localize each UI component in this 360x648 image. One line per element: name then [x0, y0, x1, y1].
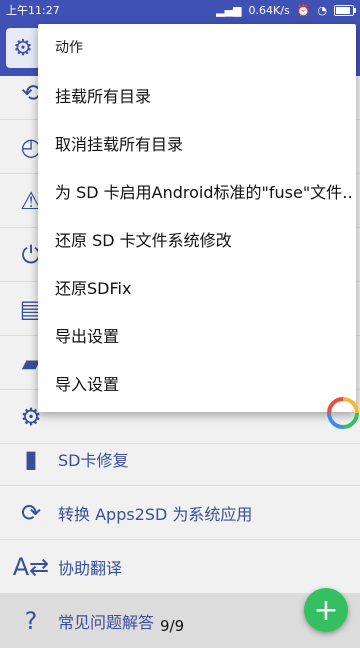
menu-item-export-settings[interactable]: 导出设置: [38, 312, 356, 358]
sd-card-icon: ▮: [24, 444, 38, 473]
list-item-translate[interactable]: A⇄ 协助翻译: [0, 540, 360, 594]
wifi-icon: ◔: [317, 3, 327, 17]
list-item-label: SD卡修复: [58, 450, 129, 470]
status-icons: ▂▄▆ 0.64K/s ⏰ ◔: [216, 3, 356, 17]
menu-item-restore-sd-fs[interactable]: 还原 SD 卡文件系统修改: [38, 216, 356, 262]
status-bar: 上午11:27 ▂▄▆ 0.64K/s ⏰ ◔: [0, 0, 360, 20]
help-icon: ?: [24, 606, 38, 635]
list-item-label: 协助翻译: [58, 558, 123, 578]
menu-item-unmount-all[interactable]: 取消挂载所有目录: [38, 120, 356, 166]
overflow-menu: 动作 挂载所有目录 取消挂载所有目录 为 SD 卡启用Android标准的"fu…: [38, 24, 356, 412]
battery-icon: [334, 4, 356, 16]
network-speed: 0.64K/s: [248, 3, 290, 17]
loading-spinner-icon: [327, 397, 359, 429]
android-convert-icon: ⟳: [20, 498, 42, 527]
app-logo-icon: ⚙: [6, 28, 40, 68]
menu-header: 动作: [55, 40, 83, 56]
page-indicator: 9/9: [160, 617, 185, 635]
menu-item-mount-all[interactable]: 挂载所有目录: [38, 72, 356, 118]
translate-icon: A⇄: [12, 552, 50, 581]
list-item-sd-repair[interactable]: ▮ SD卡修复: [0, 432, 360, 486]
menu-item-enable-fuse[interactable]: 为 SD 卡启用Android标准的"fuse"文件‥: [38, 168, 356, 214]
alarm-icon: ⏰: [296, 3, 311, 17]
list-item-convert-apps2sd[interactable]: ⟳ 转换 Apps2SD 为系统应用: [0, 486, 360, 540]
list-item-label: 常见问题解答: [58, 612, 155, 632]
battery-fill: [336, 6, 351, 14]
status-time: 上午11:27: [6, 4, 60, 17]
menu-item-import-settings[interactable]: 导入设置: [38, 360, 356, 406]
signal-icon: ▂▄▆: [216, 3, 242, 17]
list-item-label: 转换 Apps2SD 为系统应用: [58, 504, 253, 524]
menu-item-restore-sdfix[interactable]: 还原SDFix: [38, 264, 356, 310]
add-button[interactable]: +: [304, 588, 348, 632]
